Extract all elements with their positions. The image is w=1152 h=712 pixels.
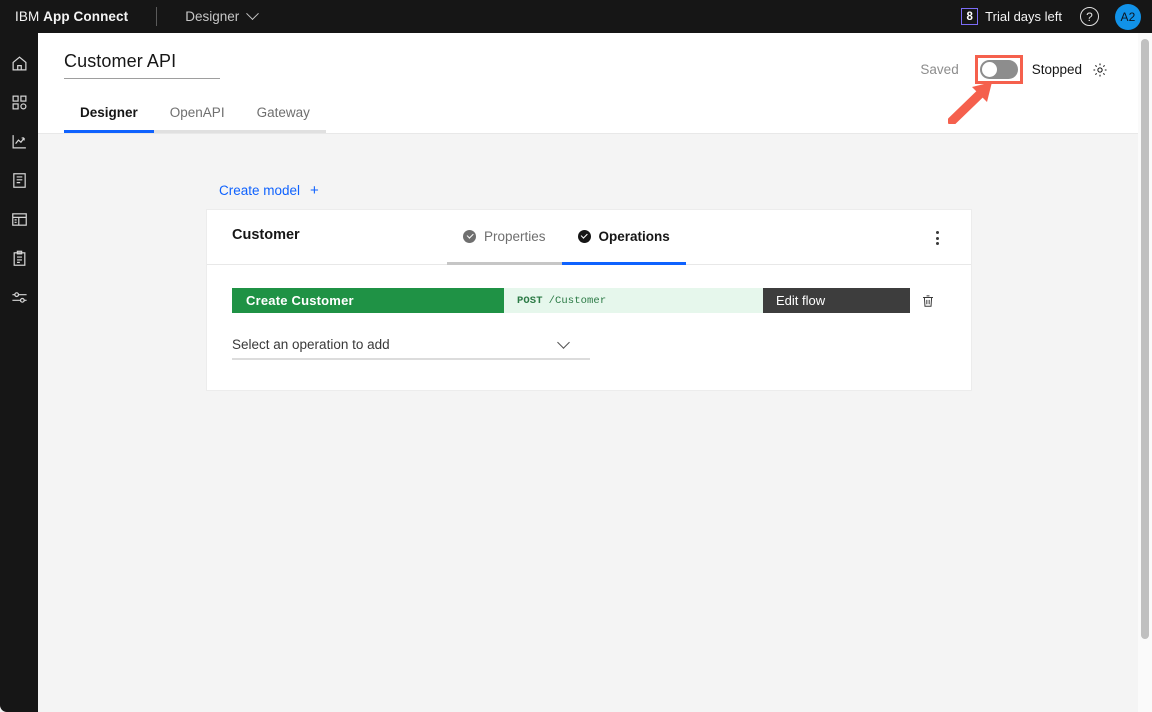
create-model-label: Create model (219, 183, 301, 198)
workspace-selector[interactable]: Designer (185, 7, 260, 24)
avatar[interactable]: A2 (1115, 3, 1141, 30)
left-navigation-rail (0, 33, 38, 712)
designer-canvas: Create model + Customer Properties Opera… (38, 134, 1142, 712)
tab-designer[interactable]: Designer (64, 99, 154, 133)
sidebar-item-applications[interactable] (5, 92, 33, 112)
header-actions: Saved Stopped (920, 55, 1108, 84)
endpoint-path: /Customer (548, 294, 607, 307)
edit-flow-button[interactable]: Edit flow (763, 288, 910, 313)
run-state-label: Stopped (1031, 62, 1082, 77)
create-model-link[interactable]: Create model + (219, 183, 319, 198)
sliders-icon (11, 289, 28, 306)
kebab-dot (936, 236, 939, 240)
tab-gateway[interactable]: Gateway (240, 99, 326, 133)
trash-icon[interactable] (920, 292, 936, 310)
chart-line-icon (11, 133, 28, 150)
sidebar-item-settings[interactable] (5, 287, 33, 307)
tab-properties-label: Properties (484, 228, 546, 244)
clipboard-icon (11, 250, 28, 267)
start-stop-toggle[interactable] (979, 60, 1018, 79)
gear-icon[interactable] (1092, 62, 1108, 78)
model-card-header: Customer Properties Operations (207, 210, 971, 265)
brand-prefix: IBM (15, 9, 44, 24)
tab-properties[interactable]: Properties (447, 210, 562, 265)
top-navigation-bar: IBM App Connect Designer 8 Trial days le… (0, 0, 1152, 33)
plus-icon: + (310, 182, 319, 199)
page-tabs: Designer OpenAPI Gateway (64, 99, 326, 133)
dashboard-icon (11, 211, 28, 228)
nav-divider (156, 7, 158, 26)
model-card-tabs: Properties Operations (447, 210, 686, 265)
brand-name: App Connect (43, 9, 129, 24)
kebab-dot (936, 231, 939, 234)
sidebar-item-catalog[interactable] (5, 170, 33, 190)
trial-days-label: Trial days left (985, 9, 1062, 24)
workspace-selector-label: Designer (185, 9, 240, 24)
page-header: Customer API Designer OpenAPI Gateway Sa… (38, 33, 1142, 134)
tab-openapi[interactable]: OpenAPI (153, 99, 241, 133)
check-circle-icon (463, 229, 476, 243)
sidebar-item-dashboard[interactable] (5, 209, 33, 229)
operation-row: Create Customer POST /Customer Edit flow (232, 288, 936, 313)
tab-operations[interactable]: Operations (561, 210, 686, 265)
toggle-knob (981, 62, 997, 77)
kebab-dot (936, 242, 939, 245)
vertical-scrollbar[interactable] (1138, 33, 1152, 712)
operation-name: Create Customer (232, 288, 504, 313)
sidebar-item-logs[interactable] (5, 248, 33, 268)
overflow-menu-icon[interactable] (936, 231, 939, 245)
api-name-input[interactable]: Customer API (64, 51, 220, 79)
tab-operations-label: Operations (598, 228, 670, 244)
model-name: Customer (232, 227, 300, 243)
sidebar-item-home[interactable] (5, 53, 33, 73)
sidebar-item-analytics[interactable] (5, 131, 33, 151)
saved-status-label: Saved (920, 62, 959, 77)
check-circle-icon (577, 229, 591, 243)
nav-right-cluster: 8 Trial days left ? A2 (961, 3, 1152, 30)
chevron-down-icon (557, 336, 570, 349)
catalog-icon (11, 172, 28, 189)
http-verb: POST (517, 294, 543, 307)
trial-days-badge: 8 (961, 8, 979, 25)
chevron-down-icon (246, 7, 260, 21)
home-icon (11, 55, 28, 72)
apps-icon (11, 94, 28, 111)
help-icon[interactable]: ? (1080, 7, 1099, 26)
operation-endpoint: POST /Customer (504, 288, 763, 313)
add-operation-placeholder: Select an operation to add (232, 336, 390, 352)
start-stop-toggle-highlight (974, 55, 1023, 84)
brand-logo[interactable]: IBM App Connect (0, 9, 128, 24)
scrollbar-thumb[interactable] (1141, 39, 1149, 639)
model-card: Customer Properties Operations Create Cu… (206, 209, 972, 391)
add-operation-dropdown[interactable]: Select an operation to add (232, 330, 590, 360)
